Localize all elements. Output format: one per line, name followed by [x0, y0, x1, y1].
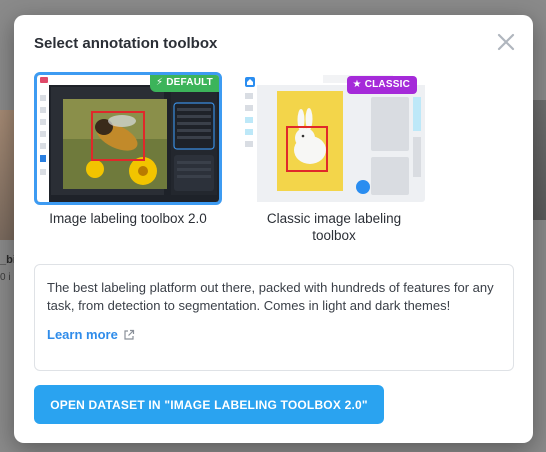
open-dataset-button[interactable]: OPEN DATASET IN "IMAGE LABELING TOOLBOX … [34, 385, 384, 424]
classic-badge: ★ CLASSIC [346, 76, 417, 94]
external-link-icon [124, 329, 134, 340]
background-sublabel: 0 i [0, 272, 11, 283]
close-icon [497, 33, 515, 51]
default-badge: ⚡ DEFAULT [149, 75, 219, 92]
toolbox-2-0-preview-image [37, 75, 219, 202]
classic-toolbox-label: Classic image labeling toolbox [266, 211, 402, 243]
toolbox-description: The best labeling platform out there, pa… [34, 264, 514, 371]
select-toolbox-dialog: Select annotation toolbox ⚡ DEFAULT Imag… [14, 15, 533, 443]
classic-toolbox-preview: ★ CLASSIC [240, 72, 428, 205]
star-icon: ★ [352, 79, 362, 90]
dialog-title: Select annotation toolbox [34, 35, 218, 52]
description-text: The best labeling platform out there, pa… [47, 280, 494, 313]
background-right-panel [532, 100, 546, 220]
toolbox-option-classic[interactable]: ★ CLASSIC Classic image labeling toolbox [240, 72, 428, 244]
classic-toolbox-preview-image [243, 75, 425, 202]
toolbox-2-0-preview: ⚡ DEFAULT [34, 72, 222, 205]
background-thumbnail [0, 110, 14, 240]
learn-more-link[interactable]: Learn more [47, 327, 135, 342]
close-button[interactable] [495, 31, 517, 53]
toolbox-2-0-label: Image labeling toolbox 2.0 [49, 211, 207, 226]
lightning-icon: ⚡ [155, 77, 164, 88]
toolbox-option-2-0[interactable]: ⚡ DEFAULT Image labeling toolbox 2.0 [34, 72, 222, 227]
